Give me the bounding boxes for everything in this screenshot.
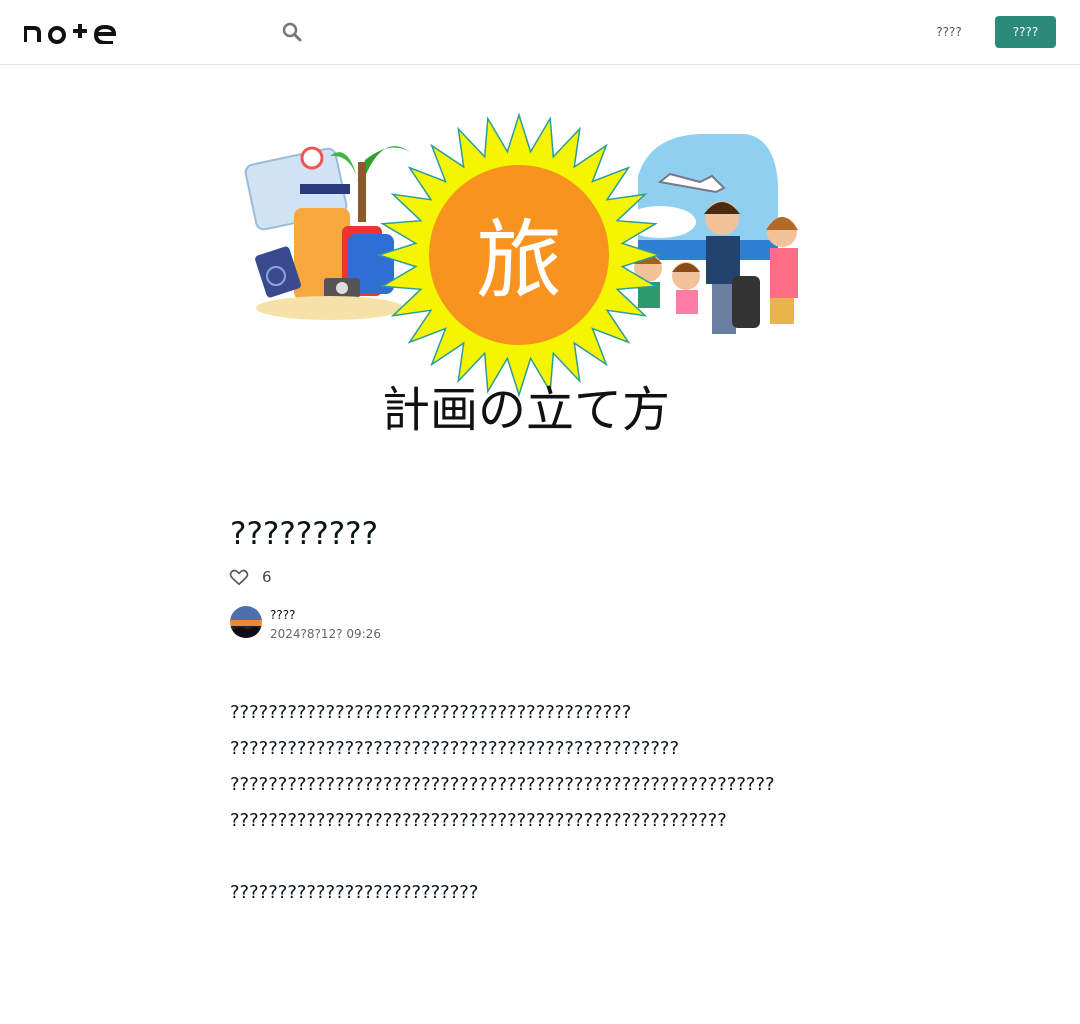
hero-image: 旅 計画の立て方 (244, 112, 822, 438)
body-paragraph: ????????????????????????????????????????… (230, 774, 775, 795)
search-icon (282, 22, 302, 42)
family-travel-illustration (620, 134, 822, 350)
body-paragraph: ????????????????????????????????????????… (230, 738, 680, 759)
author-name[interactable]: ???? (270, 608, 295, 622)
heart-icon[interactable] (228, 566, 250, 588)
hero-center-char: 旅 (476, 211, 562, 311)
hero-caption: 計画の立て方 (382, 382, 670, 438)
post-date: 2024?8?12? 09:26 (270, 627, 381, 641)
article-title: ????????? (230, 516, 379, 552)
article-body: ????????????????????????????????????????… (230, 695, 850, 911)
signup-button[interactable]: ???? (995, 16, 1056, 48)
like-count: 6 (262, 568, 272, 586)
top-nav-bar: ???? ???? (0, 0, 1080, 65)
body-paragraph-spacer (230, 839, 850, 875)
note-logo[interactable] (24, 20, 124, 44)
search-button[interactable] (278, 18, 306, 46)
avatar[interactable] (230, 606, 262, 638)
body-paragraph: ????????????????????????????????????????… (230, 702, 632, 723)
login-link[interactable]: ???? (922, 16, 976, 48)
travel-items-illustration (244, 146, 410, 320)
like-section: 6 (228, 565, 272, 589)
body-paragraph: ????????????????????????????????????????… (230, 810, 727, 831)
body-paragraph: ?????????????????????????? (230, 882, 479, 903)
sun-illustration: 旅 (376, 112, 662, 398)
